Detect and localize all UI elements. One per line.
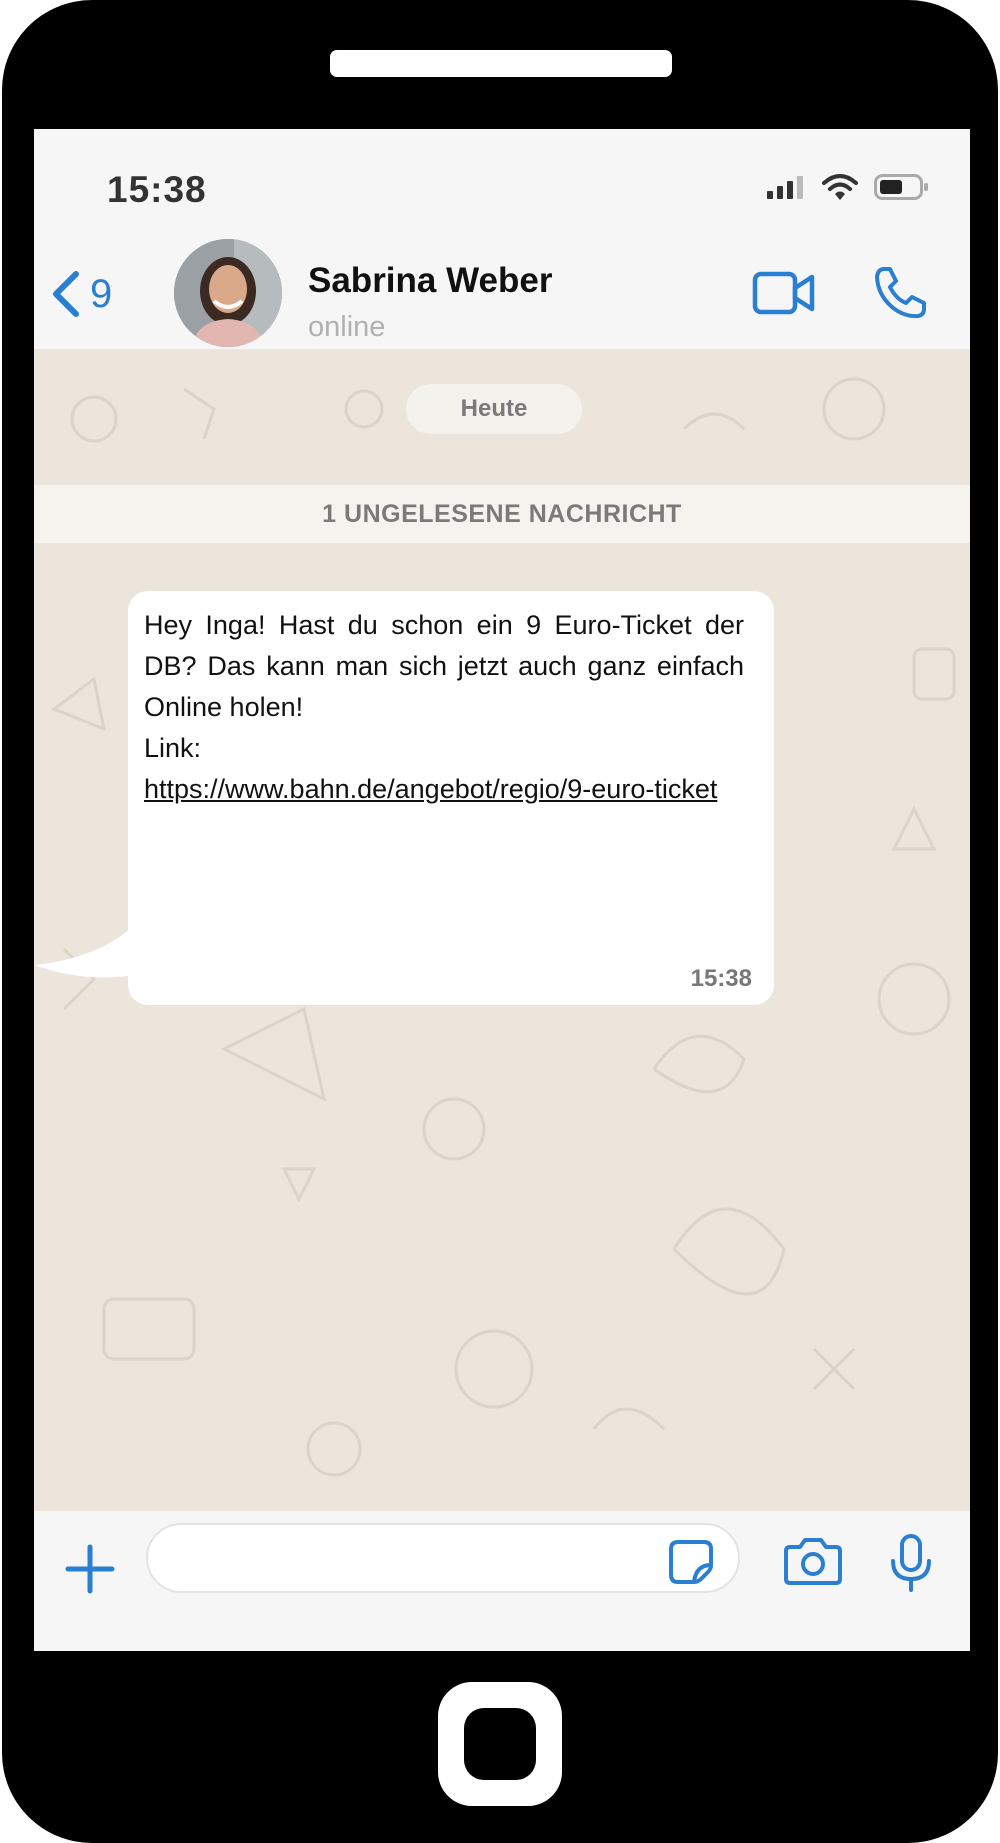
message-text: Hey Inga! Hast du schon ein 9 Euro-Ticke… xyxy=(144,610,744,722)
battery-icon xyxy=(874,174,928,200)
phone-speaker xyxy=(330,50,672,77)
camera-button[interactable] xyxy=(784,1537,842,1590)
contact-name[interactable]: Sabrina Weber xyxy=(308,261,552,301)
home-button[interactable] xyxy=(438,1682,562,1806)
contact-status: online xyxy=(308,311,386,343)
phone-frame: 15:38 9 Sabrina Weber online Heute 1 UNG… xyxy=(2,0,998,1843)
chevron-left-icon xyxy=(53,271,79,317)
camera-icon xyxy=(784,1538,842,1585)
status-bar: 15:38 xyxy=(34,129,970,239)
date-separator: Heute xyxy=(406,384,582,434)
add-attachment-button[interactable] xyxy=(64,1543,116,1600)
home-button-inner xyxy=(464,1708,536,1780)
message-input-bar xyxy=(34,1511,970,1651)
plus-icon xyxy=(65,1544,115,1594)
message-link-prefix: Link: xyxy=(144,733,202,763)
unread-messages-banner: 1 UNGELESENE NACHRICHT xyxy=(34,485,970,543)
sticker-button[interactable] xyxy=(668,1539,714,1590)
microphone-icon xyxy=(891,1534,931,1592)
chat-screen: 15:38 9 Sabrina Weber online Heute 1 UNG… xyxy=(34,129,970,1651)
wifi-icon xyxy=(822,174,858,200)
message-link[interactable]: https://www.bahn.de/angebot/regio/9-euro… xyxy=(144,769,744,810)
message-timestamp: 15:38 xyxy=(690,965,752,992)
message-content: Hey Inga! Hast du schon ein 9 Euro-Ticke… xyxy=(144,605,744,810)
incoming-message-bubble[interactable]: Hey Inga! Hast du schon ein 9 Euro-Ticke… xyxy=(128,591,774,1005)
voice-message-button[interactable] xyxy=(889,1533,933,1598)
message-input[interactable] xyxy=(146,1523,740,1593)
video-call-button[interactable] xyxy=(752,271,816,320)
status-time: 15:38 xyxy=(107,169,207,210)
avatar-image xyxy=(174,239,282,347)
chat-area: Heute 1 UNGELESENE NACHRICHT Hey Inga! H… xyxy=(34,349,970,1511)
unread-chat-count: 9 xyxy=(90,271,113,316)
back-button[interactable]: 9 xyxy=(48,269,112,319)
phone-icon xyxy=(875,267,926,319)
signal-icon xyxy=(767,176,803,199)
avatar[interactable] xyxy=(174,239,282,347)
bubble-tail xyxy=(34,929,134,978)
status-icons xyxy=(766,173,930,201)
sticker-icon xyxy=(669,1540,713,1584)
chat-header: 9 Sabrina Weber online xyxy=(34,239,970,349)
video-camera-icon xyxy=(752,271,815,315)
voice-call-button[interactable] xyxy=(872,265,928,326)
